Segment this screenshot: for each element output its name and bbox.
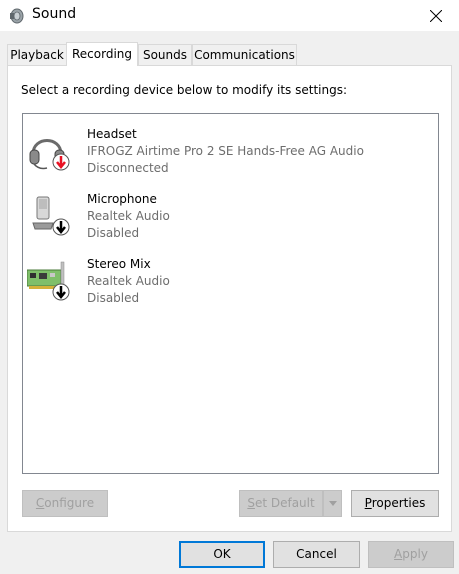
instructions-text: Select a recording device below to modif… — [21, 83, 348, 97]
close-icon — [430, 9, 442, 22]
tab-communications[interactable]: Communications — [192, 44, 297, 65]
device-description: Realtek Audio — [87, 274, 170, 288]
configure-button[interactable]: Configure — [22, 490, 108, 517]
device-name: Microphone — [87, 192, 157, 206]
chevron-down-icon — [329, 501, 337, 506]
device-name: Stereo Mix — [87, 257, 151, 271]
tab-sounds[interactable]: Sounds — [138, 44, 192, 65]
device-description: Realtek Audio — [87, 209, 170, 223]
ok-button[interactable]: OK — [179, 541, 265, 568]
tab-label: Communications — [194, 48, 295, 62]
device-item-microphone[interactable]: Microphone Realtek Audio Disabled — [23, 183, 438, 246]
properties-button[interactable]: Properties — [351, 490, 439, 517]
device-name: Headset — [87, 127, 137, 141]
tab-label: Playback — [10, 48, 64, 62]
headset-icon — [29, 139, 70, 171]
tab-label: Sounds — [142, 48, 188, 62]
set-default-dropdown-button[interactable] — [323, 490, 342, 517]
device-status: Disabled — [87, 226, 140, 240]
title-bar: Sound — [0, 0, 459, 31]
device-list[interactable]: Headset IFROGZ Airtime Pro 2 SE Hands-Fr… — [22, 113, 439, 474]
speaker-app-icon — [10, 8, 24, 24]
device-item-headset[interactable]: Headset IFROGZ Airtime Pro 2 SE Hands-Fr… — [23, 118, 438, 181]
tab-label: Recording — [71, 47, 133, 61]
sound-card-icon — [27, 261, 70, 301]
apply-button[interactable]: Apply — [368, 541, 454, 568]
tab-playback[interactable]: Playback — [7, 44, 67, 65]
window-title: Sound — [32, 6, 77, 22]
cancel-button[interactable]: Cancel — [273, 541, 360, 568]
set-default-button[interactable]: Set Default — [239, 490, 323, 517]
device-status: Disabled — [87, 291, 140, 305]
device-description: IFROGZ Airtime Pro 2 SE Hands-Free AG Au… — [87, 144, 364, 158]
close-button[interactable] — [413, 0, 459, 31]
device-item-stereo-mix[interactable]: Stereo Mix Realtek Audio Disabled — [23, 248, 438, 311]
recording-panel: Select a recording device below to modif… — [7, 65, 452, 532]
device-status: Disconnected — [87, 161, 169, 175]
tab-recording[interactable]: Recording — [66, 42, 138, 66]
microphone-icon — [32, 196, 70, 236]
